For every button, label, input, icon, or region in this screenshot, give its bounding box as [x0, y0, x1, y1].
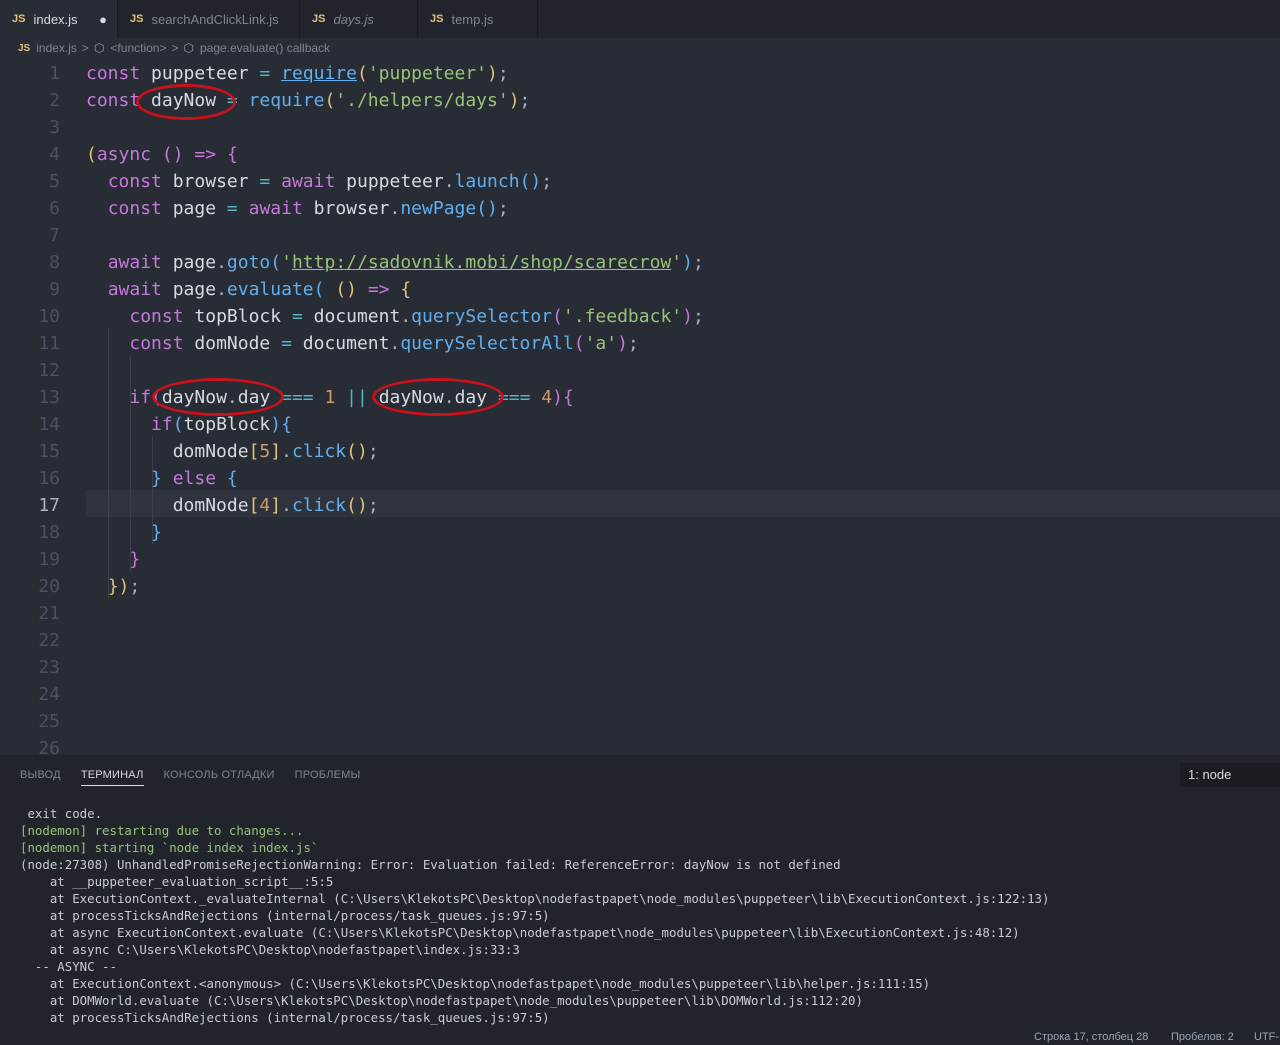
code-line[interactable]: const page = await browser.newPage(); — [0, 195, 1280, 222]
cube-icon: ⬡ — [93, 41, 105, 55]
code-line[interactable]: await page.goto('http://sadovnik.mobi/sh… — [0, 249, 1280, 276]
js-file-icon: JS — [18, 42, 31, 54]
indentation-setting[interactable]: Пробелов: 2 — [1171, 1031, 1234, 1043]
tab-index-js[interactable]: JS index.js ● — [0, 0, 118, 38]
breadcrumb: JS index.js > ⬡ <function> > ⬡ page.eval… — [0, 38, 1280, 58]
tab-search-and-click-link-js[interactable]: JS searchAndClickLink.js — [118, 0, 300, 38]
terminal-line: -- ASYNC -- — [20, 959, 117, 974]
terminal-line: at processTicksAndRejections (internal/p… — [20, 908, 550, 923]
line-number: 7 — [49, 225, 60, 246]
tab-problems[interactable]: ПРОБЛЕМЫ — [295, 769, 361, 781]
panel-tabs: ВЫВОД ТЕРМИНАЛ КОНСОЛЬ ОТЛАДКИ ПРОБЛЕМЫ — [0, 755, 1280, 795]
tab-terminal[interactable]: ТЕРМИНАЛ — [80, 769, 144, 786]
terminal-line: (node:27308) UnhandledPromiseRejectionWa… — [20, 857, 841, 872]
encoding-setting[interactable]: UTF- — [1254, 1031, 1279, 1043]
terminal-line: at __puppeteer_evaluation_script__:5:5 — [20, 874, 334, 889]
tab-debug-console[interactable]: КОНСОЛЬ ОТЛАДКИ — [164, 769, 275, 781]
line-number: 21 — [38, 603, 60, 624]
tab-output[interactable]: ВЫВОД — [20, 769, 61, 781]
breadcrumb-file[interactable]: index.js — [36, 41, 77, 55]
terminal-line: at async ExecutionContext.evaluate (C:\U… — [20, 925, 1020, 940]
terminal-line: at processTicksAndRejections (internal/p… — [20, 1010, 550, 1025]
breadcrumb-separator: > — [81, 41, 89, 55]
terminal-line: at async C:\Users\KlekotsPC\Desktop\node… — [20, 942, 520, 957]
terminal-line: at ExecutionContext.<anonymous> (C:\User… — [20, 976, 931, 991]
code-line[interactable]: } else { — [0, 465, 1280, 492]
code-line[interactable]: const dayNow = require('./helpers/days')… — [0, 87, 1280, 114]
terminal-line: at DOMWorld.evaluate (C:\Users\KlekotsPC… — [20, 993, 863, 1008]
line-number: 25 — [38, 711, 60, 732]
code-line[interactable]: const domNode = document.querySelectorAl… — [0, 330, 1280, 357]
line-number: 24 — [38, 684, 60, 705]
code-line[interactable]: if(dayNow.day === 1 || dayNow.day === 4)… — [0, 384, 1280, 411]
line-number: 23 — [38, 657, 60, 678]
tab-label: temp.js — [451, 11, 494, 27]
code-line[interactable]: } — [0, 546, 1280, 573]
tab-label: searchAndClickLink.js — [151, 11, 279, 27]
line-number: 3 — [49, 117, 60, 138]
status-bar: Строка 17, столбец 28 Пробелов: 2 UTF- — [0, 1030, 1280, 1045]
js-file-icon: JS — [312, 13, 326, 25]
terminal-select[interactable]: 1: node — [1180, 763, 1280, 787]
line-number: 12 — [38, 360, 60, 381]
modified-dot-icon[interactable]: ● — [99, 12, 107, 27]
breadcrumb-separator: > — [171, 41, 179, 55]
js-file-icon: JS — [130, 13, 144, 25]
tab-temp-js[interactable]: JS temp.js — [418, 0, 538, 38]
code-line[interactable]: domNode[4].click(); — [0, 492, 1280, 519]
terminal-line: at ExecutionContext._evaluateInternal (C… — [20, 891, 1050, 906]
code-line[interactable]: domNode[5].click(); — [0, 438, 1280, 465]
js-file-icon: JS — [12, 13, 26, 25]
code-line[interactable]: }); — [0, 573, 1280, 600]
terminal-line: [nodemon] starting `node index index.js` — [20, 840, 319, 855]
terminal-line: [nodemon] restarting due to changes... — [20, 823, 304, 838]
code-line[interactable]: await page.evaluate( () => { — [0, 276, 1280, 303]
cursor-position[interactable]: Строка 17, столбец 28 — [1034, 1031, 1148, 1043]
line-number: 22 — [38, 630, 60, 651]
js-file-icon: JS — [430, 13, 444, 25]
bottom-panel: ВЫВОД ТЕРМИНАЛ КОНСОЛЬ ОТЛАДКИ ПРОБЛЕМЫ … — [0, 755, 1280, 1030]
terminal-line: exit code. — [20, 806, 103, 821]
code-line[interactable]: const browser = await puppeteer.launch()… — [0, 168, 1280, 195]
code-line[interactable]: (async () => { — [0, 141, 1280, 168]
code-line[interactable]: const topBlock = document.querySelector(… — [0, 303, 1280, 330]
breadcrumb-callback[interactable]: page.evaluate() callback — [200, 41, 330, 55]
breadcrumb-function[interactable]: <function> — [110, 41, 166, 55]
tab-label: days.js — [333, 11, 374, 27]
terminal-output[interactable]: exit code. [nodemon] restarting due to ch… — [20, 805, 1049, 1026]
tab-days-js[interactable]: JS days.js — [300, 0, 418, 38]
editor-tab-bar: JS index.js ● JS searchAndClickLink.js J… — [0, 0, 1280, 38]
cube-icon: ⬡ — [183, 41, 194, 55]
code-line[interactable]: const puppeteer = require('puppeteer'); — [0, 60, 1280, 87]
code-line[interactable]: } — [0, 519, 1280, 546]
line-number: 26 — [38, 738, 60, 755]
code-editor[interactable]: 1 2 3 4 5 6 7 8 9 10 11 12 13 14 15 16 17 18 19 20 21 22 23 24 2… — [0, 58, 1280, 755]
tab-label: index.js — [33, 11, 78, 27]
code-line[interactable]: if(topBlock){ — [0, 411, 1280, 438]
